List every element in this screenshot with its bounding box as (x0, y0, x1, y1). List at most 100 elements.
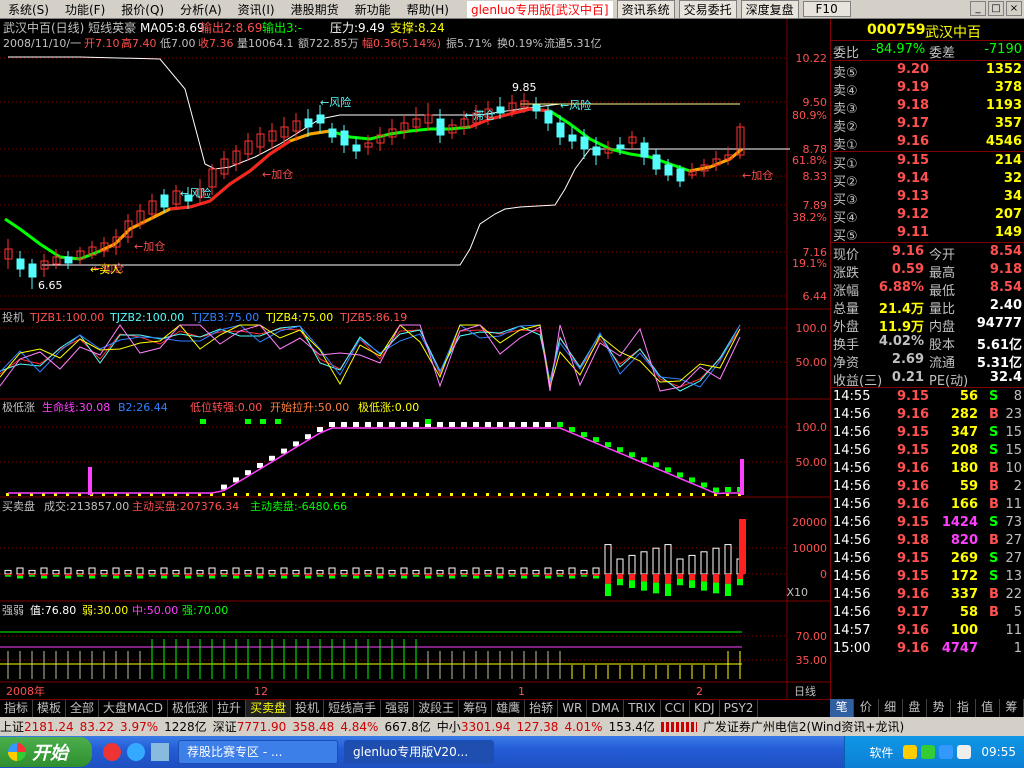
volume-bar (388, 569, 396, 575)
indicator-tab[interactable]: TRIX (624, 700, 661, 717)
desktop-icon[interactable] (151, 743, 169, 761)
indicator-tab[interactable]: 指标 (0, 700, 34, 717)
tray-icon[interactable] (903, 745, 918, 759)
tick-row[interactable]: 14:56 9.17 58 B 5 (831, 604, 1024, 622)
indicator-tab[interactable]: 抬轿 (525, 700, 559, 717)
menu-item-hk-futures[interactable]: 港股期货 (283, 1, 347, 18)
signal-marker (425, 419, 431, 424)
volume-icon[interactable] (957, 745, 972, 759)
indicator-tab[interactable]: KDJ (690, 700, 720, 717)
tray-icon[interactable] (939, 745, 954, 759)
tick-time: 14:56 (833, 605, 871, 620)
tick-row[interactable]: 14:56 9.16 166 B 11 (831, 496, 1024, 514)
menu-item-help[interactable]: 帮助(H) (399, 1, 457, 18)
menu-item-quote[interactable]: 报价(Q) (113, 1, 172, 18)
indicator-tab[interactable]: 投机 (291, 700, 325, 717)
ask-row[interactable]: 卖⑤ 9.20 1352 (831, 61, 1024, 81)
indicator-tab[interactable]: 筹码 (459, 700, 493, 717)
indicator-tab[interactable]: 拉升 (213, 700, 247, 717)
baseline-dot (606, 493, 609, 496)
indicator-tab[interactable]: 雄鹰 (492, 700, 526, 717)
task-trading-app[interactable]: glenluo专用版V20... (344, 740, 494, 764)
trade-order-button[interactable]: 交易委托 (678, 0, 737, 19)
sell-bar (413, 575, 419, 577)
quote-tab[interactable]: 筹 (1000, 699, 1024, 717)
tick-row[interactable]: 14:56 9.15 347 S 15 (831, 424, 1024, 442)
tick-list[interactable]: 14:55 9.15 56 S 8 14:56 9.16 282 B 23 14:56 9.15 347… (831, 388, 1024, 658)
menu-item-system[interactable]: 系统(S) (0, 1, 57, 18)
tick-row[interactable]: 14:57 9.16 100 11 (831, 622, 1024, 640)
tick-row[interactable]: 14:56 9.16 180 B 10 (831, 460, 1024, 478)
buy-bar (389, 574, 395, 576)
browser-icon[interactable] (103, 743, 121, 761)
tick-row[interactable]: 14:56 9.18 820 B 27 (831, 532, 1024, 550)
volume-bar (568, 567, 576, 575)
index-name[interactable]: 上证 (0, 718, 24, 735)
ie-icon[interactable] (127, 743, 145, 761)
tick-row[interactable]: 14:56 9.16 337 B 22 (831, 586, 1024, 604)
ask-row[interactable]: 卖④ 9.19 378 (831, 79, 1024, 99)
deep-review-button[interactable]: 深度复盘 (740, 0, 799, 19)
extreme-low-bar (377, 422, 383, 427)
bid-row[interactable]: 买② 9.14 32 (831, 170, 1024, 190)
task-forum[interactable]: 荐股比赛专区 - ... (178, 740, 338, 764)
tick-row[interactable]: 14:56 9.15 208 S 15 (831, 442, 1024, 460)
indicator-tab[interactable]: 波段王 (414, 700, 460, 717)
tick-row[interactable]: 15:00 9.16 4747 1 (831, 640, 1024, 658)
indicator-tab[interactable]: 全部 (66, 700, 100, 717)
volume-bar (412, 569, 420, 575)
tray-icon[interactable] (921, 745, 936, 759)
volume-bar (196, 569, 204, 575)
start-button[interactable]: 开始 (0, 737, 92, 767)
indicator-tab[interactable]: DMA (587, 700, 625, 717)
quote-tab[interactable]: 指 (951, 699, 976, 717)
f10-button[interactable]: F10 (802, 1, 851, 17)
quote-tab[interactable]: 势 (927, 699, 952, 717)
index-name[interactable]: 中小 (437, 718, 461, 735)
indicator-tab[interactable]: 强弱 (381, 700, 415, 717)
bid-row[interactable]: 买⑤ 9.11 149 (831, 224, 1024, 244)
ask-row[interactable]: 卖② 9.17 357 (831, 115, 1024, 135)
indicator-tab[interactable]: 短线高手 (324, 700, 382, 717)
quote-tab[interactable]: 价 (854, 699, 879, 717)
bid-row[interactable]: 买④ 9.12 207 (831, 206, 1024, 226)
indicator-tab[interactable]: PSY2 (720, 700, 759, 717)
bid-row[interactable]: 买③ 9.13 34 (831, 188, 1024, 208)
tick-row[interactable]: 14:56 9.16 59 B 2 (831, 478, 1024, 496)
ask-row[interactable]: 卖① 9.16 4546 (831, 133, 1024, 153)
menu-item-new-features[interactable]: 新功能 (347, 1, 399, 18)
tick-volume: 208 (950, 443, 978, 458)
indicator-tab[interactable]: WR (558, 700, 588, 717)
stat-label: 收益(三) (833, 374, 883, 389)
menu-item-analysis[interactable]: 分析(A) (172, 1, 230, 18)
tick-row[interactable]: 14:56 9.15 269 S 27 (831, 550, 1024, 568)
tick-row[interactable]: 14:55 9.15 56 S 8 (831, 388, 1024, 406)
broker-connection[interactable]: 广发证券广州电信2(Wind资讯+龙讯) (703, 718, 904, 735)
indicator-tab[interactable]: 买卖盘 (246, 700, 292, 717)
quote-tab[interactable]: 值 (976, 699, 1000, 717)
annotation-risk: ←风险 (560, 98, 591, 112)
menu-item-info[interactable]: 资讯(I) (230, 1, 283, 18)
indicator-tab[interactable]: CCI (661, 700, 690, 717)
close-icon[interactable]: × (1006, 1, 1022, 16)
minimize-icon[interactable]: _ (970, 1, 986, 16)
bid-row[interactable]: 买① 9.15 214 (831, 152, 1024, 172)
restore-icon[interactable]: □ (988, 1, 1004, 16)
index-name[interactable]: 深证 (213, 718, 237, 735)
tray-label[interactable]: 软件 (869, 744, 893, 761)
quote-tab[interactable]: 笔 (830, 699, 855, 717)
indicator-tab[interactable]: 模板 (33, 700, 67, 717)
indicator-tab[interactable]: 极低涨 (168, 700, 214, 717)
tick-row[interactable]: 14:56 9.15 1424 S 73 (831, 514, 1024, 532)
quote-tab[interactable]: 盘 (903, 699, 927, 717)
news-system-button[interactable]: 资讯系统 (616, 0, 675, 19)
ask-row[interactable]: 卖③ 9.18 1193 (831, 97, 1024, 117)
panel-name: 强弱 (2, 604, 24, 617)
menu-item-function[interactable]: 功能(F) (57, 1, 113, 18)
quote-tab[interactable]: 细 (879, 699, 903, 717)
tick-row[interactable]: 14:56 9.16 282 B 23 (831, 406, 1024, 424)
tick-row[interactable]: 14:56 9.15 172 S 13 (831, 568, 1024, 586)
chart-area[interactable]: 武汉中百(日线) 短线英豪 MA05:8.69 输出2:8.69 输出3:- 压… (0, 19, 830, 699)
indicator-tab[interactable]: 大盘MACD (99, 700, 169, 717)
sell-bar (197, 575, 203, 577)
